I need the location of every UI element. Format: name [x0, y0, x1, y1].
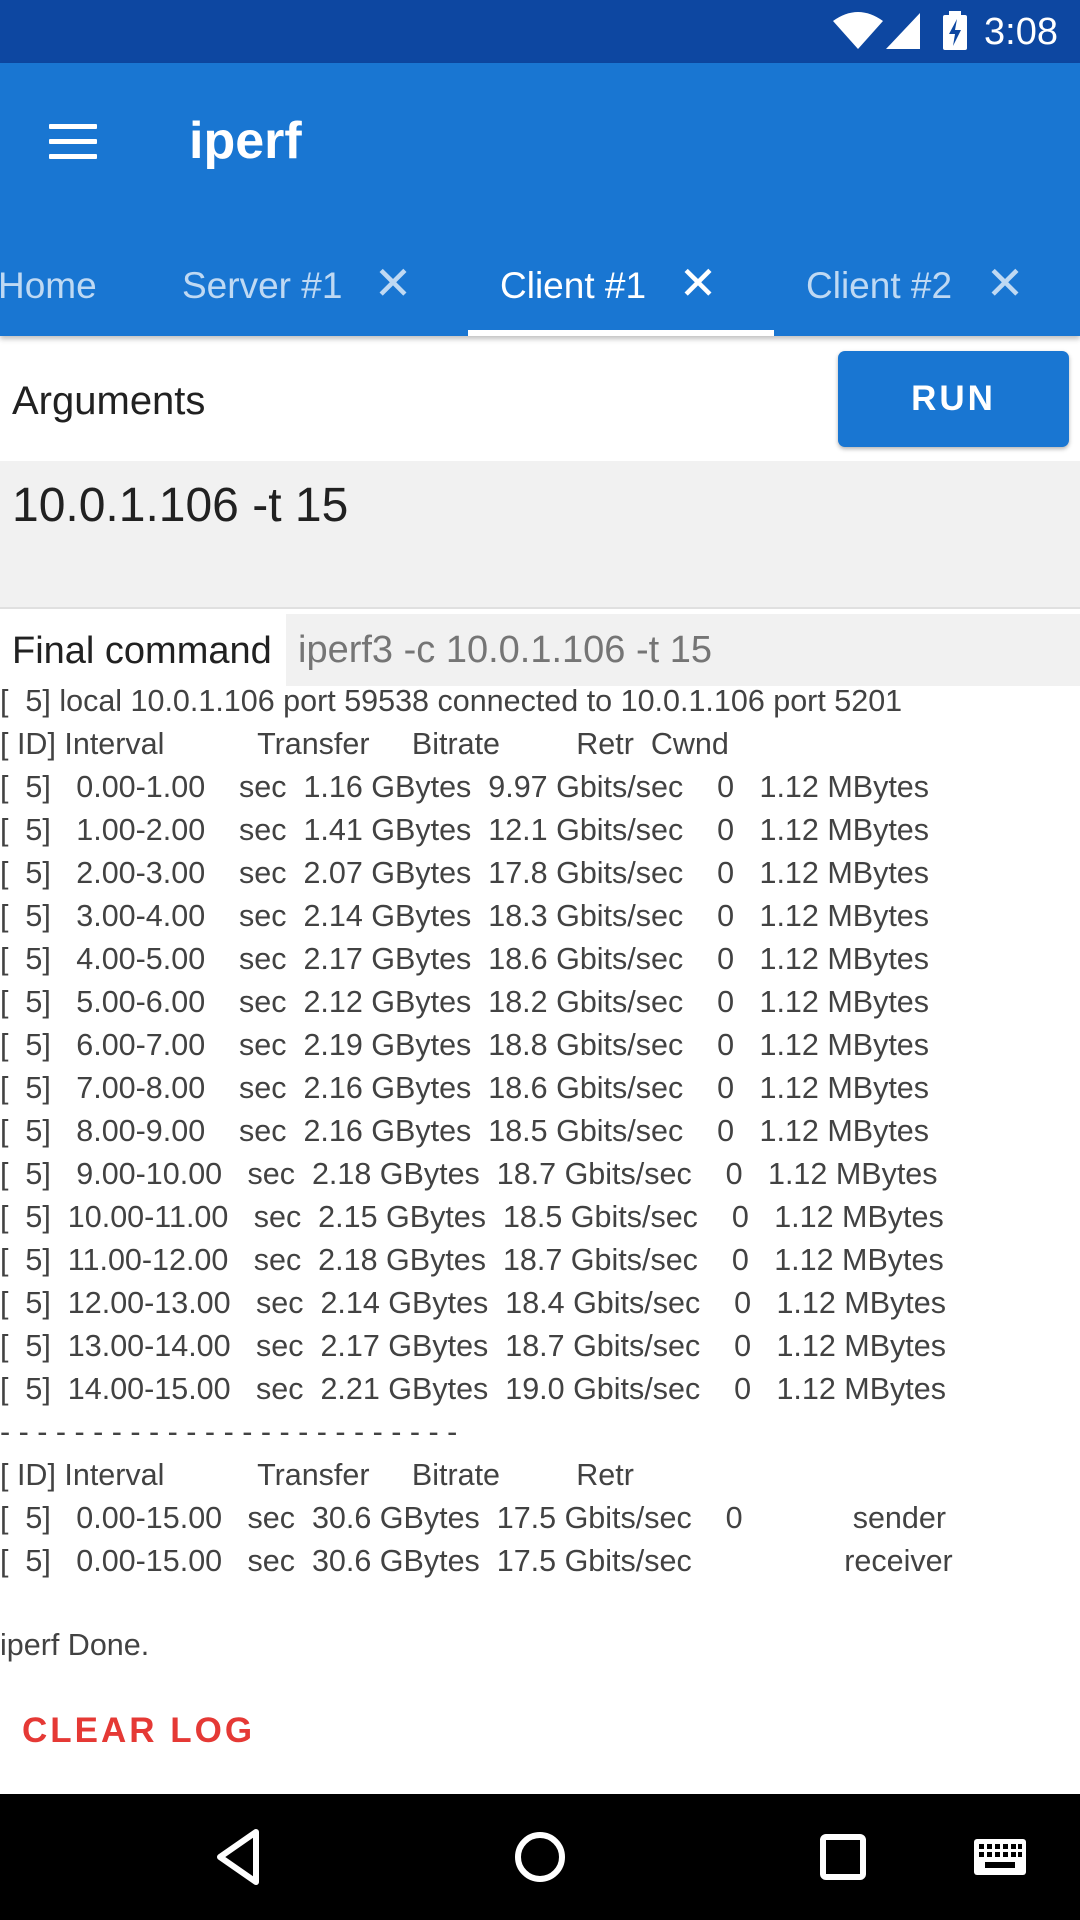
log-done-text: iperf Done. — [0, 1628, 150, 1662]
final-command-value: iperf3 -c 10.0.1.106 -t 15 — [298, 629, 713, 671]
log-line: [ 5] 5.00-6.00 sec 2.12 GBytes 18.2 Gbit… — [0, 985, 930, 1019]
hamburger-menu-icon[interactable] — [38, 111, 108, 171]
tab-bar: Home Server #1 ✕ Client #1 ✕ Client #2 ✕ — [0, 233, 1080, 336]
log-line: [ 5] 11.00-12.00 sec 2.18 GBytes 18.7 Gb… — [0, 1243, 944, 1277]
home-icon[interactable] — [505, 1822, 575, 1892]
status-bar: 3:08 — [0, 0, 1080, 63]
final-command-field: iperf3 -c 10.0.1.106 -t 15 — [286, 614, 1080, 686]
log-line: [ 5] 1.00-2.00 sec 1.41 GBytes 12.1 Gbit… — [0, 813, 930, 847]
log-line: [ 5] 13.00-14.00 sec 2.17 GBytes 18.7 Gb… — [0, 1329, 946, 1363]
tab-home[interactable]: Home — [0, 233, 150, 336]
log-line: [ 5] 14.00-15.00 sec 2.21 GBytes 19.0 Gb… — [0, 1372, 946, 1406]
log-line: [ 5] 7.00-8.00 sec 2.16 GBytes 18.6 Gbit… — [0, 1071, 930, 1105]
app-bar: iperf Home Server #1 ✕ Client #1 ✕ Clien… — [0, 63, 1080, 336]
log-line: [ 5] local 10.0.1.106 port 59538 connect… — [0, 684, 903, 718]
back-icon[interactable] — [208, 1822, 268, 1892]
close-icon[interactable]: ✕ — [678, 258, 718, 308]
log-line: [ 5] 12.00-13.00 sec 2.14 GBytes 18.4 Gb… — [0, 1286, 946, 1320]
keyboard-icon[interactable] — [970, 1822, 1030, 1892]
output-log: [ 5] local 10.0.1.106 port 59538 connect… — [0, 680, 1080, 1583]
log-line: [ 5] 0.00-15.00 sec 30.6 GBytes 17.5 Gbi… — [0, 1501, 946, 1535]
log-line: [ 5] 3.00-4.00 sec 2.14 GBytes 18.3 Gbit… — [0, 899, 930, 933]
log-line: [ 5] 0.00-15.00 sec 30.6 GBytes 17.5 Gbi… — [0, 1544, 953, 1578]
log-line: [ 5] 2.00-3.00 sec 2.07 GBytes 17.8 Gbit… — [0, 856, 930, 890]
arguments-label: Arguments — [12, 379, 206, 423]
arguments-input[interactable]: 10.0.1.106 -t 15 — [0, 461, 1080, 609]
run-button[interactable]: RUN — [838, 351, 1069, 447]
recents-icon[interactable] — [808, 1822, 878, 1892]
app-title: iperf — [189, 112, 302, 170]
tab-client-1[interactable]: Client #1 ✕ — [468, 233, 774, 336]
final-command-label: Final command — [12, 630, 272, 672]
tab-label: Server #1 — [182, 265, 343, 306]
tab-label: Home — [0, 265, 97, 306]
battery-charging-icon — [943, 11, 967, 50]
clear-log-button[interactable]: CLEAR LOG — [22, 1708, 255, 1754]
log-line: [ ID] Interval Transfer Bitrate Retr Cwn… — [0, 727, 729, 761]
log-line: [ 5] 9.00-10.00 sec 2.18 GBytes 18.7 Gbi… — [0, 1157, 938, 1191]
tab-server-1[interactable]: Server #1 ✕ — [152, 233, 452, 336]
status-time: 3:08 — [984, 11, 1058, 53]
log-line: - - - - - - - - - - - - - - - - - - - - … — [0, 1415, 458, 1449]
close-icon[interactable]: ✕ — [985, 258, 1025, 308]
log-line: [ 5] 0.00-1.00 sec 1.16 GBytes 9.97 Gbit… — [0, 770, 930, 804]
log-line: [ 5] 6.00-7.00 sec 2.19 GBytes 18.8 Gbit… — [0, 1028, 930, 1062]
close-icon[interactable]: ✕ — [373, 258, 413, 308]
tab-client-2[interactable]: Client #2 ✕ — [776, 233, 1080, 336]
tab-label: Client #2 — [806, 265, 953, 306]
active-tab-indicator — [468, 330, 774, 336]
cell-signal-icon — [886, 13, 920, 49]
tab-label: Client #1 — [500, 265, 647, 306]
log-line: [ 5] 10.00-11.00 sec 2.15 GBytes 18.5 Gb… — [0, 1200, 944, 1234]
log-line: [ 5] 4.00-5.00 sec 2.17 GBytes 18.6 Gbit… — [0, 942, 930, 976]
arguments-value: 10.0.1.106 -t 15 — [12, 479, 349, 532]
navigation-bar — [0, 1794, 1080, 1920]
wifi-icon — [833, 12, 883, 49]
log-line: [ 5] 8.00-9.00 sec 2.16 GBytes 18.5 Gbit… — [0, 1114, 930, 1148]
log-line: [ ID] Interval Transfer Bitrate Retr — [0, 1458, 634, 1492]
